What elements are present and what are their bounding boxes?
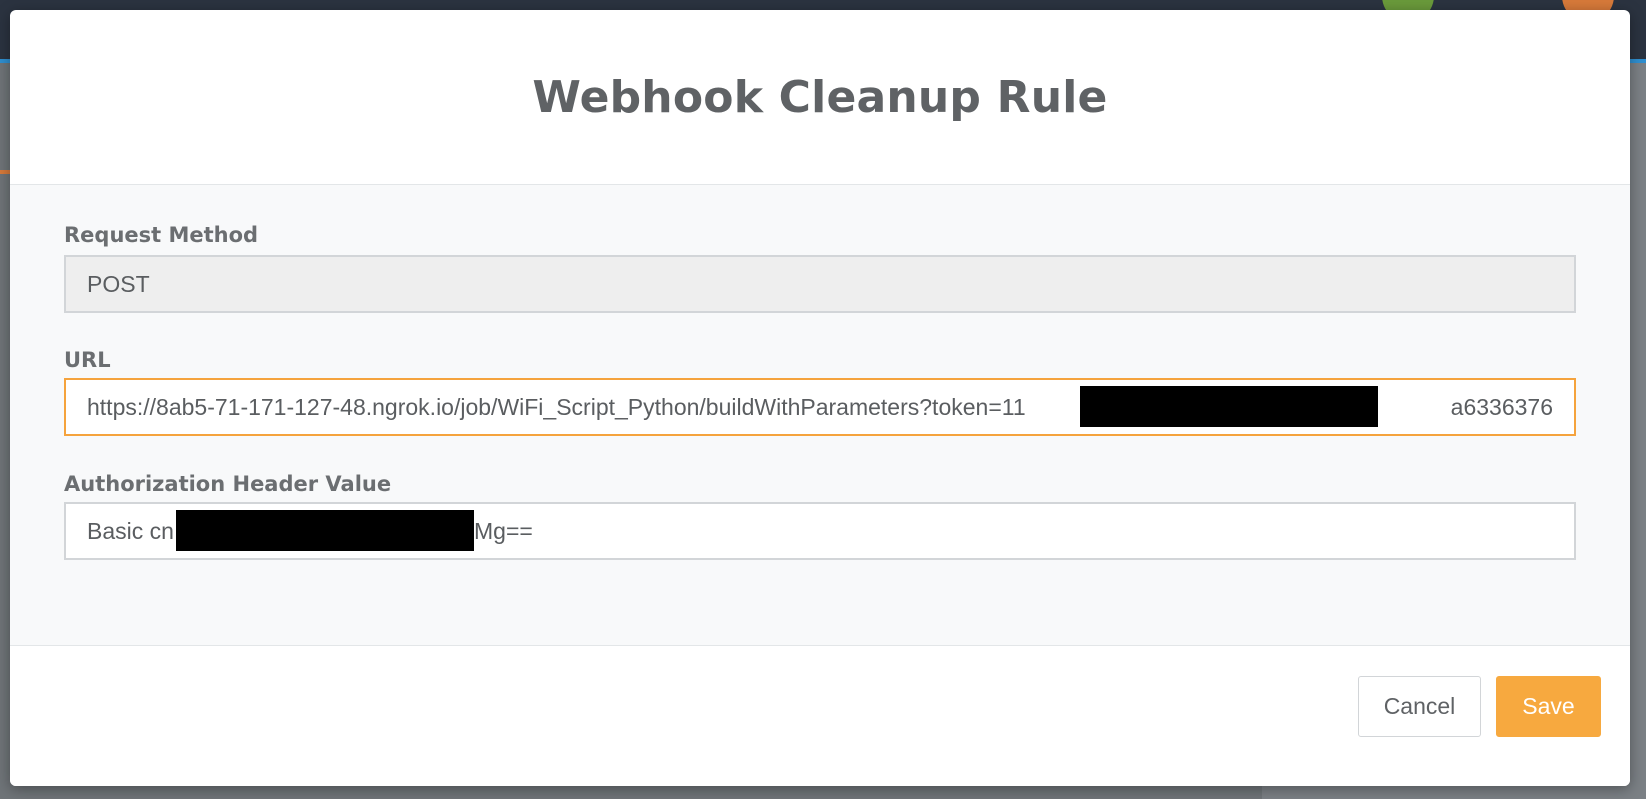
modal-title: Webhook Cleanup Rule bbox=[532, 71, 1108, 123]
cancel-button[interactable]: Cancel bbox=[1358, 676, 1481, 737]
authorization-header-input[interactable]: Basic cn Mg== bbox=[64, 502, 1576, 560]
modal-footer: Cancel Save bbox=[10, 646, 1630, 786]
request-method-value: POST bbox=[87, 270, 150, 297]
authorization-header-value-suffix: Mg== bbox=[474, 517, 533, 544]
url-redaction-block bbox=[1080, 386, 1378, 427]
url-value: https://8ab5-71-171-127-48.ngrok.io/job/… bbox=[87, 393, 1026, 420]
background-left-accent bbox=[0, 170, 10, 174]
modal-body: Request Method POST URL https://8ab5-71-… bbox=[10, 185, 1630, 646]
url-input[interactable]: https://8ab5-71-171-127-48.ngrok.io/job/… bbox=[64, 378, 1576, 436]
authorization-header-value: Basic cn bbox=[87, 517, 174, 544]
save-button[interactable]: Save bbox=[1496, 676, 1601, 737]
request-method-field: POST bbox=[64, 255, 1576, 313]
url-label: URL bbox=[64, 348, 111, 372]
modal-header: Webhook Cleanup Rule bbox=[10, 10, 1630, 185]
request-method-label: Request Method bbox=[64, 223, 259, 247]
url-value-suffix: a6336376 bbox=[1450, 393, 1553, 420]
authorization-header-label: Authorization Header Value bbox=[64, 472, 392, 496]
webhook-rule-modal: Webhook Cleanup Rule Request Method POST… bbox=[10, 10, 1630, 786]
authorization-redaction-block bbox=[176, 510, 474, 551]
